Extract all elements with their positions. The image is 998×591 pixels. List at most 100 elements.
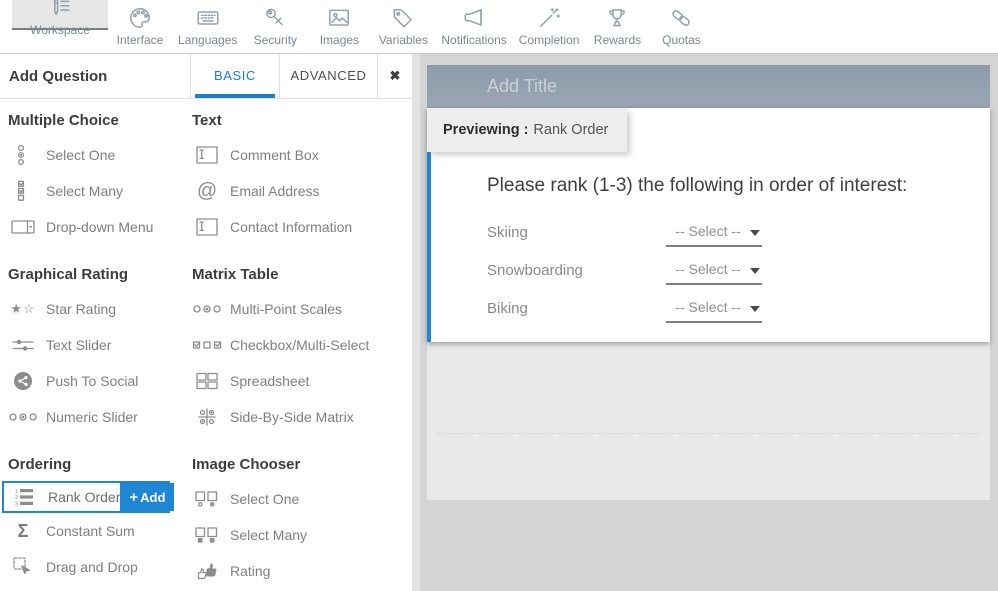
toolbar-item-quotas[interactable]: Quotas: [649, 0, 713, 48]
numbered-list-icon: 123: [10, 488, 40, 506]
item-label: Select Many: [46, 183, 123, 199]
question-type-list: Multiple Choice Select One Select Many: [0, 99, 412, 589]
item-label: Select One: [46, 147, 115, 163]
chain-links-icon: [668, 4, 694, 32]
svg-text:3: 3: [15, 502, 18, 506]
item-email-address[interactable]: @ Email Address: [192, 173, 404, 209]
item-contact-information[interactable]: Contact Information: [192, 209, 404, 245]
toolbar-item-interface[interactable]: Interface: [108, 0, 172, 48]
section-image-chooser: Image Chooser Select One Select Many: [192, 453, 404, 589]
add-button-label: Add: [140, 490, 165, 505]
toolbar-item-rewards[interactable]: Rewards: [585, 0, 649, 48]
section-ordering: Ordering 123 Rank Order + Add Σ C: [8, 453, 192, 589]
previewing-label: Previewing :: [443, 122, 528, 138]
tab-basic[interactable]: BASIC: [190, 54, 279, 98]
rank-select-biking[interactable]: -- Select --: [666, 293, 762, 323]
rank-rows: Skiing -- Select -- Snowboarding -- Sele…: [487, 213, 762, 327]
section-title: Matrix Table: [192, 263, 404, 291]
section-matrix-table: Matrix Table Multi-Point Scales Checkbox…: [192, 263, 404, 435]
panel-scrollbar[interactable]: [412, 54, 420, 591]
palette-icon: [127, 4, 153, 32]
toolbar-item-variables[interactable]: Variables: [371, 0, 435, 48]
text-slider-icon: [8, 337, 38, 353]
panel-title: Add Question: [0, 54, 190, 98]
toolbar-item-label: Workspace: [30, 23, 90, 37]
toolbar-item-workspace[interactable]: Workspace: [12, 0, 108, 30]
item-spreadsheet[interactable]: Spreadsheet: [192, 363, 404, 399]
item-image-rating[interactable]: Rating: [192, 553, 404, 589]
item-drag-and-drop[interactable]: Drag and Drop: [8, 549, 192, 585]
item-label: Text Slider: [46, 337, 111, 353]
toolbar-item-completion[interactable]: Completion: [513, 0, 586, 48]
question-accent-bar: [427, 152, 431, 342]
radio-row-icon: [8, 412, 38, 422]
item-label: Drag and Drop: [46, 559, 138, 575]
select-placeholder: -- Select --: [675, 261, 752, 277]
item-drop-down-menu[interactable]: Drop-down Menu: [8, 209, 192, 245]
section-title: Graphical Rating: [8, 263, 192, 291]
section-multiple-choice: Multiple Choice Select One Select Many: [8, 109, 192, 245]
item-label: Constant Sum: [46, 523, 135, 539]
toolbar-item-label: Variables: [379, 33, 428, 47]
toolbar-item-languages[interactable]: Languages: [172, 0, 243, 48]
rank-row-label: Skiing: [487, 224, 666, 241]
chevron-down-icon: [750, 268, 760, 274]
item-rank-order[interactable]: 123 Rank Order + Add: [2, 481, 170, 513]
add-button[interactable]: + Add: [120, 483, 174, 511]
item-label: Rank Order: [48, 489, 120, 505]
radio-row-icon: [192, 304, 222, 314]
item-push-to-social[interactable]: Push To Social: [8, 363, 192, 399]
chevron-down-icon: [750, 230, 760, 236]
text-cursor-box-icon: [192, 145, 222, 165]
item-text-slider[interactable]: Text Slider: [8, 327, 192, 363]
toolbar-item-security[interactable]: Security: [243, 0, 307, 48]
section-graphical-rating: Graphical Rating ★☆ Star Rating Text Sli…: [8, 263, 192, 435]
item-label: Multi-Point Scales: [230, 301, 342, 317]
toolbar-item-label: Rewards: [594, 33, 641, 47]
item-side-by-side-matrix[interactable]: Side-By-Side Matrix: [192, 399, 404, 435]
item-label: Numeric Slider: [46, 409, 138, 425]
item-select-many[interactable]: Select Many: [8, 173, 192, 209]
matrix-radios-icon: [192, 408, 222, 426]
item-multi-point-scales[interactable]: Multi-Point Scales: [192, 291, 404, 327]
item-image-select-many[interactable]: Select Many: [192, 517, 404, 553]
item-label: Checkbox/Multi-Select: [230, 337, 369, 353]
item-comment-box[interactable]: Comment Box: [192, 137, 404, 173]
item-image-select-one[interactable]: Select One: [192, 481, 404, 517]
question-preview-panel: Add Title Previewing : Rank Order Please…: [427, 65, 990, 500]
item-label: Rating: [230, 563, 270, 579]
checkbox-list-icon: [8, 180, 38, 202]
item-select-one[interactable]: Select One: [8, 137, 192, 173]
item-label: Drop-down Menu: [46, 219, 153, 235]
close-icon[interactable]: ✖: [377, 54, 412, 98]
item-star-rating[interactable]: ★☆ Star Rating: [8, 291, 192, 327]
item-label: Spreadsheet: [230, 373, 309, 389]
svg-text:1: 1: [15, 489, 18, 495]
image-checkbox-icon: [192, 527, 222, 543]
top-toolbar: Workspace Interface Languages Security I…: [0, 0, 998, 54]
tab-advanced[interactable]: ADVANCED: [279, 54, 377, 98]
workspace-icon: [47, 0, 73, 22]
add-question-panel: Add Question BASIC ADVANCED ✖ Multiple C…: [0, 54, 412, 591]
rank-select-skiing[interactable]: -- Select --: [666, 217, 762, 247]
select-placeholder: -- Select --: [675, 223, 752, 239]
item-constant-sum[interactable]: Σ Constant Sum: [8, 513, 192, 549]
item-label: Contact Information: [230, 219, 352, 235]
dropdown-box-icon: [8, 218, 38, 236]
toolbar-item-notifications[interactable]: Notifications: [435, 0, 512, 48]
item-numeric-slider[interactable]: Numeric Slider: [8, 399, 192, 435]
rank-row-label: Biking: [487, 300, 666, 317]
toolbar-item-label: Completion: [519, 33, 580, 47]
star-rating-icon: ★☆: [8, 301, 38, 317]
toolbar-item-images[interactable]: Images: [307, 0, 371, 48]
item-checkbox-multi-select[interactable]: Checkbox/Multi-Select: [192, 327, 404, 363]
section-text: Text Comment Box @ Email Address Contact…: [192, 109, 404, 245]
section-title: Multiple Choice: [8, 109, 192, 137]
rank-select-snowboarding[interactable]: -- Select --: [666, 255, 762, 285]
plus-icon: +: [129, 489, 138, 506]
sigma-icon: Σ: [8, 521, 38, 542]
question-text: Please rank (1-3) the following in order…: [487, 175, 907, 197]
add-title-field[interactable]: Add Title: [427, 65, 990, 108]
tag-icon: [390, 4, 416, 32]
item-label: Push To Social: [46, 373, 138, 389]
